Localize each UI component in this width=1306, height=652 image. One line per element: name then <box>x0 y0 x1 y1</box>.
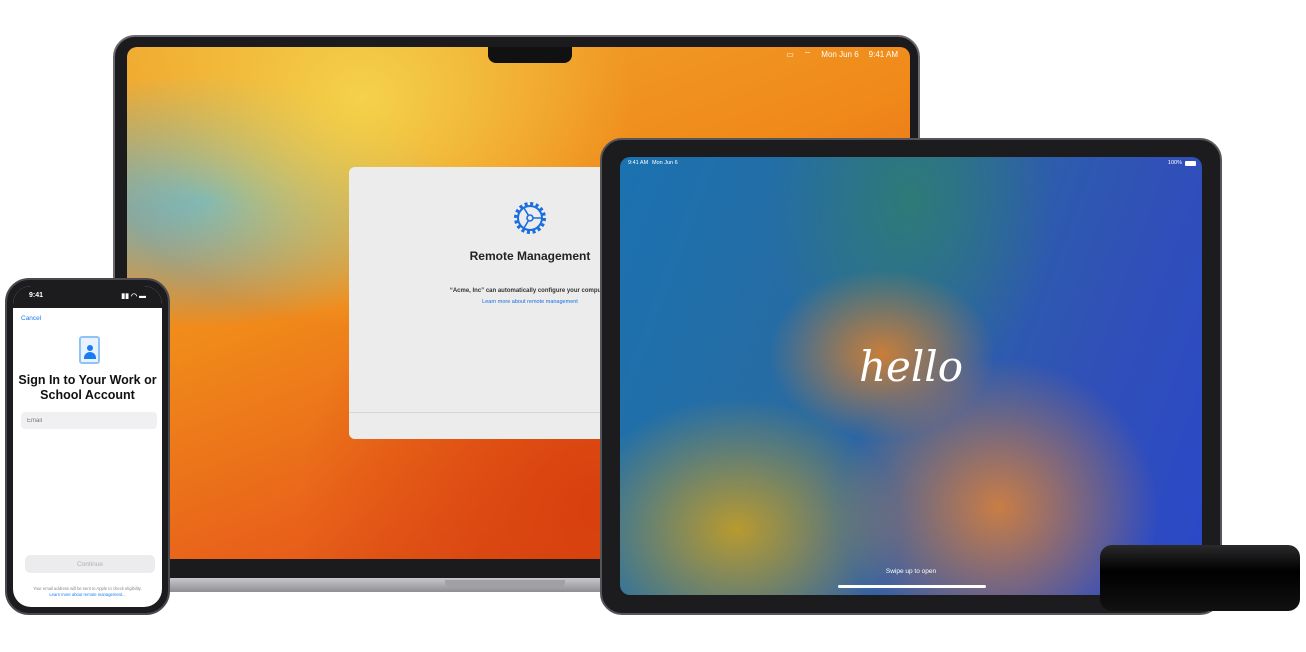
cancel-button[interactable]: Cancel <box>21 315 41 322</box>
wifi-icon: ⌔ <box>803 50 812 59</box>
ipad-battery: 100% <box>1167 160 1182 166</box>
eligibility-note: Your email address will be sent to Apple… <box>13 586 162 598</box>
battery-icon <box>1185 161 1196 166</box>
menu-bar: ▭ ⌔ Mon Jun 6 9:41 AM <box>786 50 898 60</box>
note-text: Your email address will be sent to Apple… <box>33 586 142 591</box>
learn-more-link[interactable]: Learn more about remote management... <box>13 592 162 598</box>
mac-lip <box>445 580 565 588</box>
divider <box>349 412 629 413</box>
ipad-time: 9:41 AM <box>628 160 649 166</box>
continue-button[interactable]: Continue <box>25 555 155 573</box>
status-bar: 9:41 ▮▮ ◠ ▬ <box>13 286 162 308</box>
ipad: 9:41 AM Mon Jun 6 100% hello Swipe up to… <box>600 138 1222 615</box>
camera-notch <box>488 47 572 63</box>
signal-wifi-battery-icon: ▮▮ ◠ ▬ <box>121 293 146 300</box>
hello-greeting: hello <box>858 342 964 391</box>
home-indicator[interactable] <box>838 585 986 588</box>
remote-management-dialog: Remote Management “Acme, Inc” can automa… <box>349 167 629 439</box>
ipad-date: Mon Jun 6 <box>652 160 678 166</box>
ipad-screen: 9:41 AM Mon Jun 6 100% hello Swipe up to… <box>620 157 1202 595</box>
menubar-date: Mon Jun 6 <box>821 50 859 59</box>
apple-tv <box>1100 545 1300 611</box>
sign-in-title: Sign In to Your Work or School Account <box>18 373 157 402</box>
gear-icon <box>514 202 546 234</box>
id-badge-icon <box>79 336 100 364</box>
email-field[interactable] <box>21 412 157 429</box>
status-time: 9:41 <box>29 292 44 299</box>
menubar-time: 9:41 AM <box>868 50 898 59</box>
battery-icon: ▭ <box>786 50 794 59</box>
iphone: 9:41 ▮▮ ◠ ▬ Cancel Sign In to Your Work … <box>5 278 170 615</box>
iphone-screen: 9:41 ▮▮ ◠ ▬ Cancel Sign In to Your Work … <box>13 286 162 607</box>
